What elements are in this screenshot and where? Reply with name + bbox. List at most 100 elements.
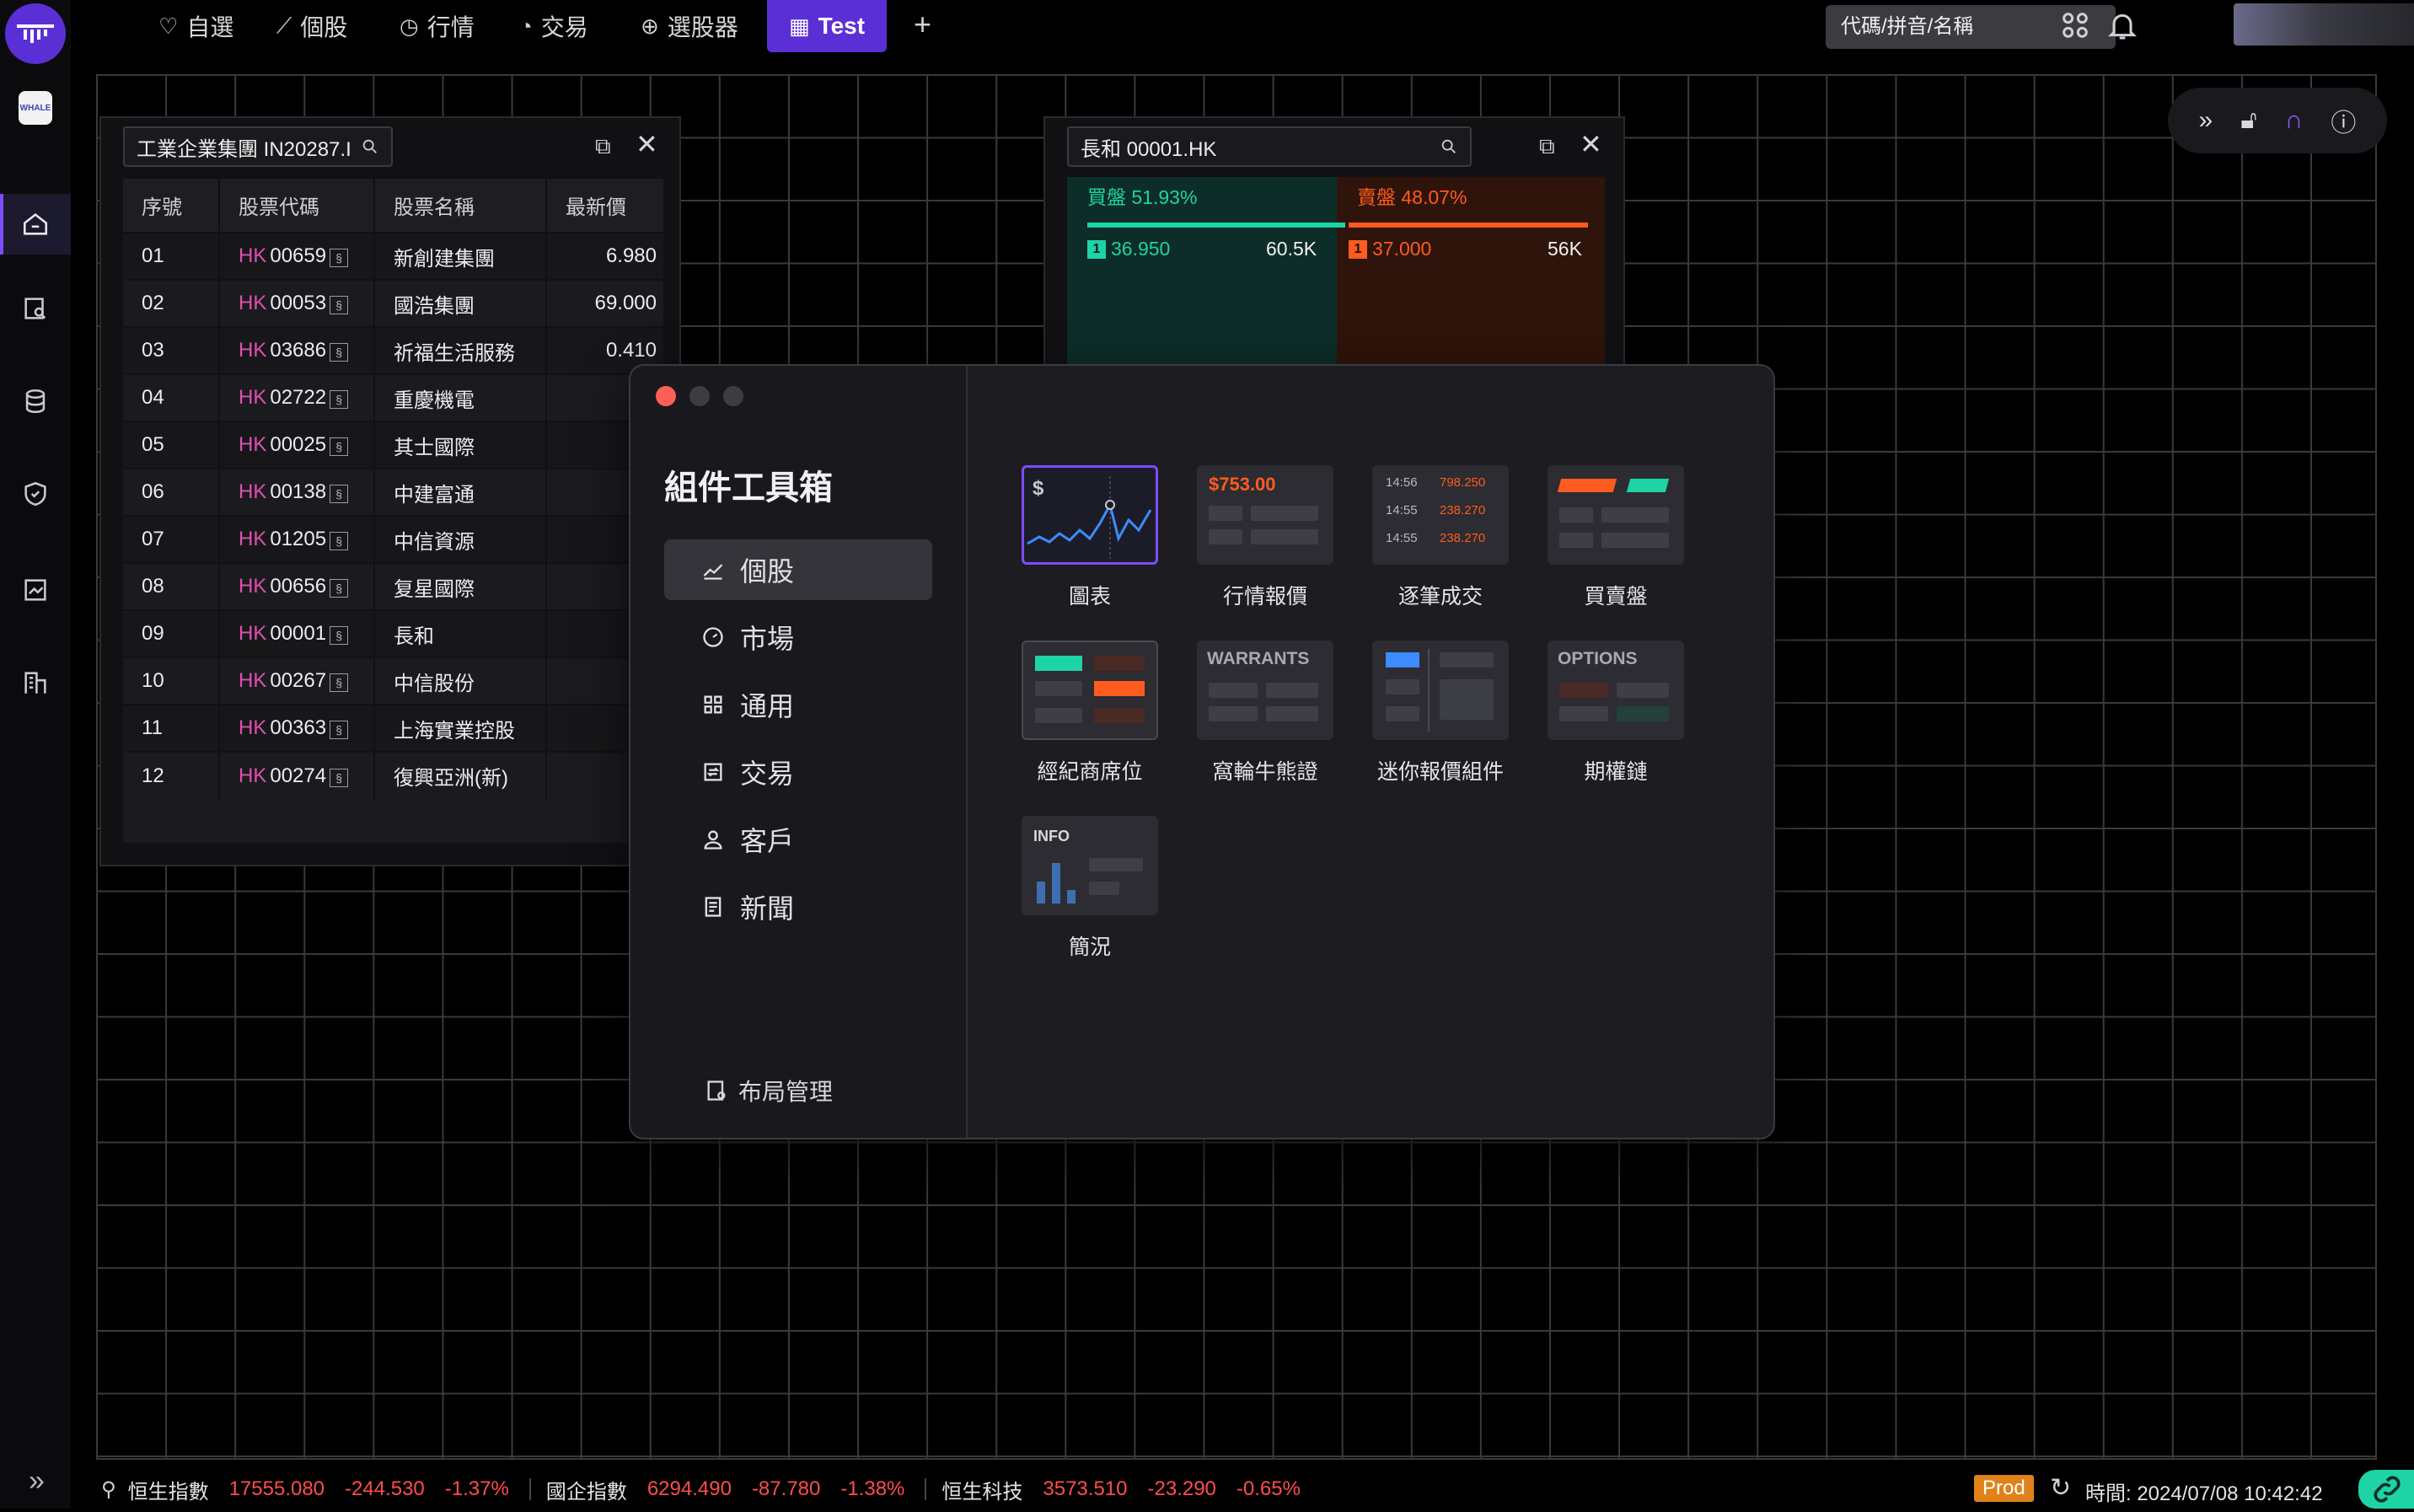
tab-stock[interactable]: ⟋ 個股 [276,0,347,52]
rail-home-icon[interactable] [0,194,71,255]
duplicate-icon[interactable]: ⧉ [595,133,611,160]
tab-trade[interactable]: ◔ 交易 [519,0,588,52]
support-button[interactable] [2358,1470,2414,1509]
chart-widget-thumbnail: $ [1022,465,1158,565]
market-tag: HK [239,339,267,362]
close-icon[interactable]: ✕ [1580,128,1602,160]
widget-options-chain[interactable]: OPTIONS 期權鏈 [1548,641,1684,785]
widget-profile[interactable]: INFO 簡況 [1022,816,1158,961]
duplicate-icon[interactable]: ⧉ [1539,133,1555,160]
bell-icon[interactable] [2106,8,2139,42]
line-chart-icon [703,564,723,580]
market-tag: HK [239,480,267,503]
window-close-button[interactable] [656,386,676,406]
transfer-icon [704,763,722,781]
sector-search-field[interactable]: 工業企業集團 IN20287.I [123,126,393,167]
sell-level-1[interactable]: 1 37.000 [1349,238,1431,260]
table-row[interactable]: 03 HK 03686 § 祈福生活服務 0.410 [123,326,665,374]
layout-management-label: 布局管理 [738,1079,834,1105]
short-sell-icon: § [330,768,349,787]
market-tag: HK [239,622,267,645]
sector-stock-list-panel: 工業企業集團 IN20287.I ⧉ ✕ 序號 股票代碼 股票名稱 最新價 01… [99,116,681,866]
table-row[interactable]: 09HK00001§長和36. [123,609,665,657]
table-row[interactable]: 04HK02722§重慶機電0. [123,373,665,421]
index-name[interactable]: 恒生科技 [941,1475,1022,1504]
category-general[interactable]: 通用 [664,674,932,735]
magnet-icon[interactable]: ∩ [2285,106,2304,135]
stock-code-cell: HK 00267 § [219,657,375,705]
stock-code-cell: HK 00138 § [219,468,375,516]
column-header[interactable]: 最新價 [546,179,665,233]
thumb-warrants-text: WARRANTS [1207,649,1310,668]
category-trade[interactable]: 交易 [664,742,932,802]
index-name[interactable]: 恒生指數 [128,1475,209,1504]
stock-name: 其士國際 [374,421,547,469]
window-minimize-button[interactable] [689,386,710,406]
short-sell-icon: § [330,485,349,503]
widget-quote[interactable]: $753.00 行情報價 [1197,465,1333,610]
table-row[interactable]: 07HK01205§中信資源0. [123,515,665,563]
search-icon[interactable] [361,137,379,156]
stock-code: 00656 [270,575,327,598]
unlock-icon[interactable]: 🔓︎ [2240,106,2256,135]
app-logo[interactable] [5,3,66,64]
column-header[interactable]: 股票名稱 [374,179,547,233]
profile-widget-thumbnail: INFO [1022,816,1158,915]
widget-broker-queue[interactable]: 經紀商席位 [1022,641,1158,785]
buy-volume: 60.5K [1266,238,1317,260]
refresh-icon[interactable]: ↻ [2050,1473,2071,1503]
widget-order-book[interactable]: 買賣盤 [1548,465,1684,610]
search-icon[interactable] [1440,137,1458,156]
category-client[interactable]: 客戶 [664,809,932,870]
row-number: 12 [123,751,220,799]
table-row[interactable]: 11HK00363§上海實業控股12. [123,704,665,752]
buy-level-1[interactable]: 1 36.950 [1087,238,1170,260]
column-header[interactable]: 序號 [123,179,220,233]
widget-tick-trades[interactable]: 14:56 798.250 14:55 238.270 14:55 238.27… [1372,465,1509,610]
tab-watchlist[interactable]: ♡ 自選 [158,0,233,52]
index-pct: -1.37% [444,1477,509,1500]
rail-screener-icon[interactable] [0,278,71,339]
help-icon[interactable]: ⓘ [2331,102,2356,139]
pin-icon[interactable]: ⚲ [101,1477,116,1502]
rail-building-icon[interactable] [0,652,71,713]
widget-chart[interactable]: $ 圖表 [1022,465,1158,610]
rail-shield-icon[interactable] [0,464,71,524]
rail-report-icon[interactable] [0,560,71,620]
window-maximize-button[interactable] [723,386,743,406]
widget-mini-quote[interactable]: 迷你報價組件 [1372,641,1509,785]
tab-test[interactable]: ▦ Test [767,0,888,52]
stock-search-field[interactable]: 長和 00001.HK [1067,126,1472,167]
whale-logo[interactable]: WHALE [19,91,52,125]
category-market[interactable]: 市場 [664,607,932,668]
category-stock[interactable]: 個股 [664,539,932,600]
user-account[interactable] [2234,3,2414,46]
category-label: 通用 [740,691,795,721]
rail-database-icon[interactable] [0,371,71,432]
table-row[interactable]: 02 HK 00053 § 國浩集團 69.000 [123,279,665,327]
short-sell-icon: § [330,721,349,739]
table-row[interactable]: 10HK00267§中信股份7. [123,657,665,705]
widget-warrants[interactable]: WARRANTS 窩輪牛熊證 [1197,641,1333,785]
table-row[interactable]: 06HK00138§中建富通0. [123,468,665,516]
table-row[interactable]: 12HK00274§復興亞洲(新)0. [123,751,665,799]
collapse-icon[interactable]: » [2199,106,2213,135]
add-tab-button[interactable]: + [914,7,931,42]
layout-management-button[interactable]: 布局管理 [705,1074,833,1107]
level-badge: 1 [1349,239,1367,259]
category-news[interactable]: 新聞 [664,877,932,937]
sector-search-value: 工業企業集團 IN20287.I [137,137,351,161]
table-row[interactable]: 05HK00025§其士國際4. [123,421,665,469]
category-label: 市場 [740,624,795,654]
tab-market[interactable]: ◷ 行情 [400,0,475,52]
close-icon[interactable]: ✕ [636,128,658,160]
table-row[interactable]: 08HK00656§复星國際4. [123,562,665,610]
index-name[interactable]: 國企指數 [546,1475,627,1504]
column-header[interactable]: 股票代碼 [219,179,375,233]
expand-rail-icon[interactable]: » [29,1465,45,1498]
tab-screener[interactable]: ⊕ 選股器 [641,0,738,52]
grid-icon [704,695,722,714]
toolbox-sidebar: 組件工具箱 個股 市場 通用 交易 客戶 新聞 布局管理 [630,366,968,1138]
apps-icon[interactable] [2058,8,2092,42]
table-row[interactable]: 01 HK 00659 § 新創建集團 6.980 [123,232,665,280]
